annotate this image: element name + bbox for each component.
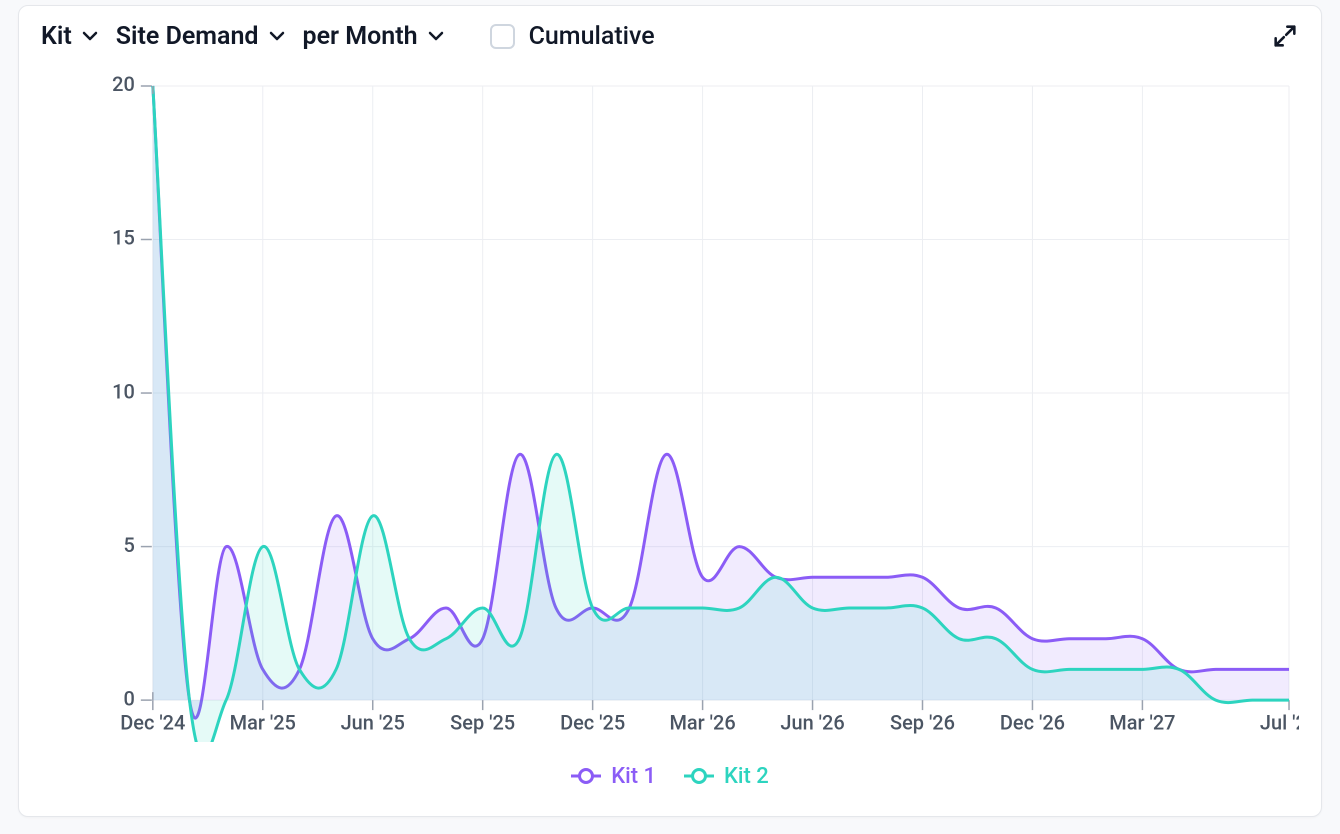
expand-button[interactable] [1271,22,1299,50]
chart-legend: Kit 1 Kit 2 [41,754,1299,798]
legend-swatch-icon [684,769,714,783]
svg-text:20: 20 [112,72,135,96]
cumulative-label: Cumulative [529,22,655,51]
entity-dropdown-label: Kit [41,22,72,51]
svg-text:0: 0 [123,686,134,710]
svg-text:5: 5 [123,533,134,557]
line-chart: 0 5 10 15 20 Dec '24 Mar '25 Jun '25 Sep '25 Dec … [41,68,1299,742]
chart-toolbar: Kit Site Demand per Month Cumulative [19,6,1321,56]
metric-dropdown[interactable]: Site Demand [116,22,287,51]
svg-text:Jul '27: Jul '27 [1260,710,1299,734]
cumulative-toggle[interactable]: Cumulative [490,22,655,51]
chart-area: 0 5 10 15 20 Dec '24 Mar '25 Jun '25 Sep '25 Dec … [41,68,1299,798]
svg-text:Sep '25: Sep '25 [450,710,515,734]
svg-text:Mar '27: Mar '27 [1109,710,1175,734]
chevron-down-icon [80,26,100,46]
svg-text:Dec '25: Dec '25 [560,710,625,734]
legend-label: Kit 2 [724,764,769,789]
period-dropdown-label: per Month [303,22,418,51]
entity-dropdown[interactable]: Kit [41,22,100,51]
period-dropdown[interactable]: per Month [303,22,446,51]
svg-text:10: 10 [112,379,135,403]
chevron-down-icon [267,26,287,46]
legend-item-kit2[interactable]: Kit 2 [684,764,769,789]
svg-text:Sep '26: Sep '26 [890,710,955,734]
svg-text:Jun '26: Jun '26 [780,710,844,734]
expand-icon [1271,22,1299,50]
svg-text:15: 15 [112,226,135,250]
legend-label: Kit 1 [611,764,656,789]
svg-text:Jun '25: Jun '25 [341,710,405,734]
svg-text:Mar '26: Mar '26 [669,710,735,734]
svg-text:Mar '25: Mar '25 [230,710,296,734]
chevron-down-icon [426,26,446,46]
cumulative-checkbox[interactable] [490,24,515,49]
chart-card: Kit Site Demand per Month Cumulative [18,5,1322,817]
svg-text:Dec '26: Dec '26 [1000,710,1065,734]
legend-swatch-icon [571,769,601,783]
legend-item-kit1[interactable]: Kit 1 [571,764,656,789]
metric-dropdown-label: Site Demand [116,22,259,51]
svg-text:Dec '24: Dec '24 [120,710,185,734]
